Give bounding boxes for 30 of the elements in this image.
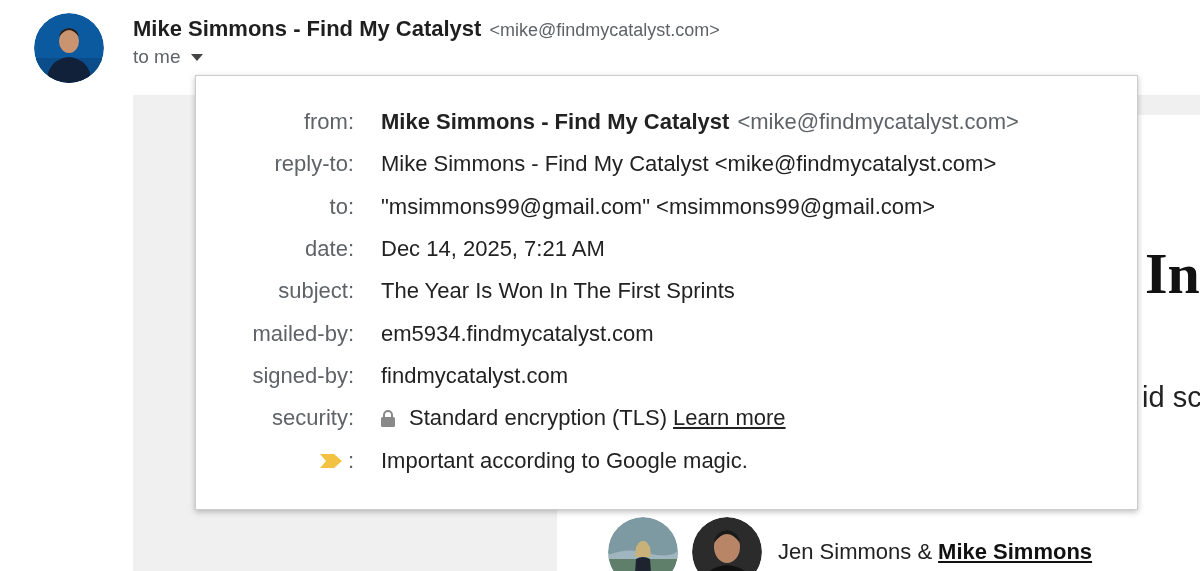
field-value: Mike Simmons - Find My Catalyst <mike@findmycatalyst.com>	[381, 151, 997, 178]
field-value: Standard encryption (TLS)	[409, 405, 668, 432]
author-link[interactable]: Mike Simmons	[938, 539, 1093, 565]
learn-more-link[interactable]: Learn more	[673, 405, 786, 432]
field-label: from:	[303, 109, 354, 136]
field-label: to:	[329, 193, 354, 220]
recipient-toggle[interactable]: to me	[133, 46, 720, 68]
sender-email: <mike@findmycatalyst.com>	[737, 109, 1019, 136]
importance-marker-icon	[319, 453, 342, 468]
sender-name: Mike Simmons - Find My Catalyst	[133, 16, 482, 42]
field-value: "msimmons99@gmail.com" <msimmons99@gmail.com>	[381, 193, 936, 220]
email-heading: In	[1145, 245, 1200, 303]
field-value: Important according to Google magic.	[381, 447, 748, 474]
field-label: date:	[305, 236, 354, 263]
caret-icon	[190, 53, 203, 61]
author-names: Jen Simmons &	[778, 539, 933, 565]
sender-name: Mike Simmons - Find My Catalyst	[381, 109, 730, 136]
email-text: id sc	[1142, 381, 1200, 414]
field-value: The Year Is Won In The First Sprints	[381, 278, 735, 305]
field-value: Dec 14, 2025, 7:21 AM	[381, 236, 605, 263]
sender-email: <mike@findmycatalyst.com>	[489, 20, 720, 41]
field-label: subject:	[278, 278, 354, 305]
lock-icon	[381, 409, 395, 427]
field-label: signed-by:	[252, 362, 354, 389]
field-value: em5934.findmycatalyst.com	[381, 320, 654, 347]
field-label: mailed-by:	[252, 320, 354, 347]
field-value: findmycatalyst.com	[381, 362, 569, 389]
field-label: security:	[272, 405, 354, 432]
field-label: reply-to:	[274, 151, 354, 178]
field-label: :	[347, 447, 354, 474]
